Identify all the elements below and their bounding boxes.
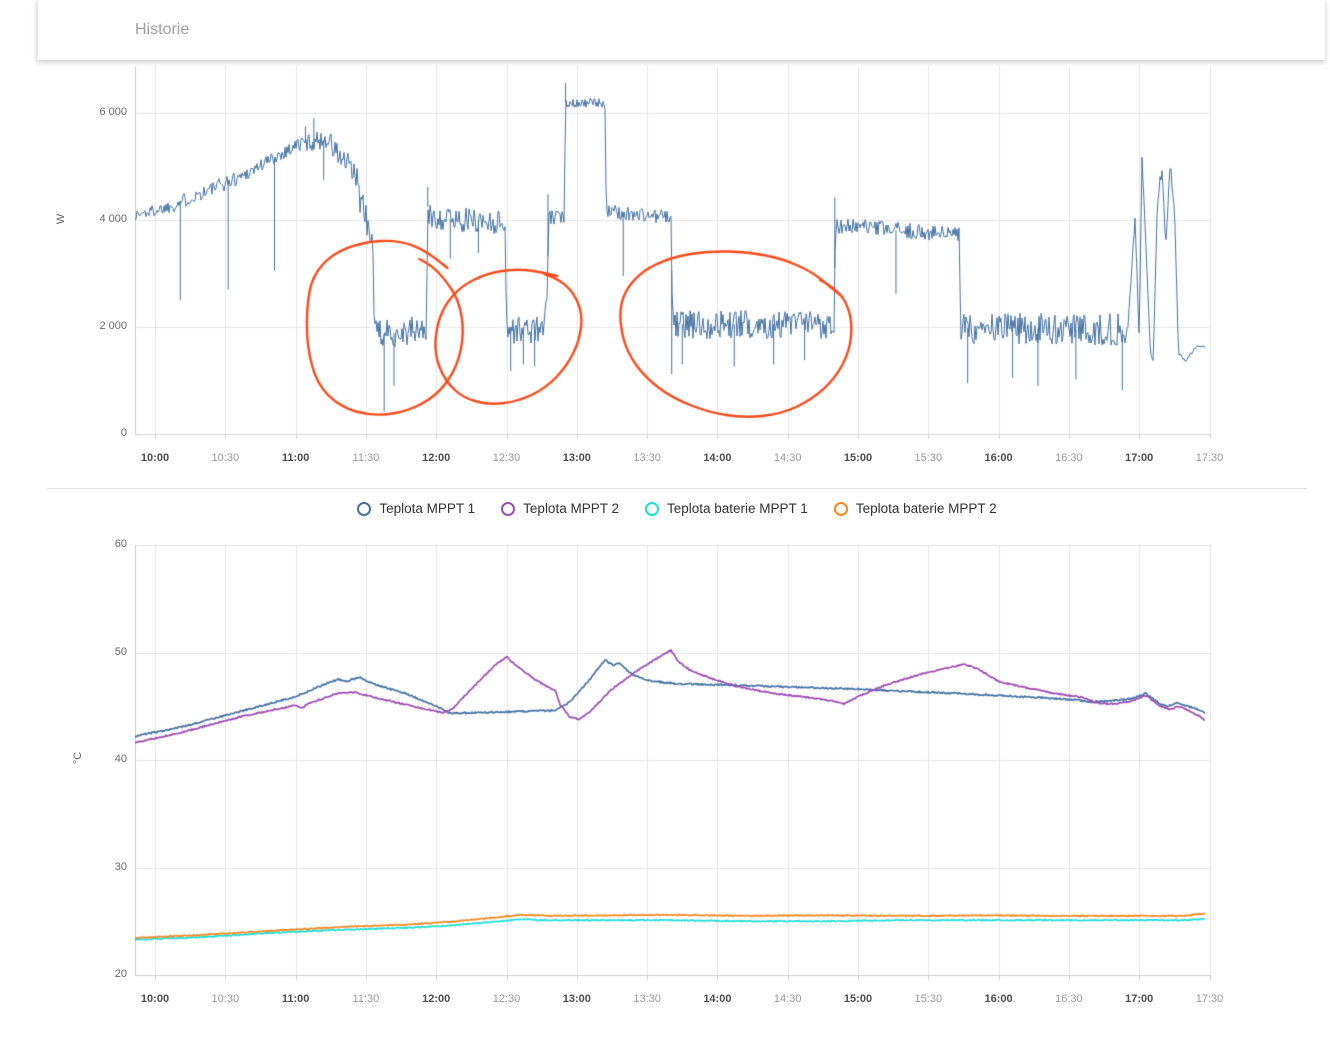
power-x-tick-label: 17:00	[1125, 452, 1154, 464]
temperature-x-tick-label: 17:00	[1125, 993, 1154, 1005]
legend-item-3[interactable]: Teplota baterie MPPT 1	[644, 501, 808, 516]
legend-item-2[interactable]: Teplota MPPT 2	[501, 501, 619, 516]
power-y-tick-label: 6 000	[99, 106, 127, 119]
power-x-tick-label: 15:30	[914, 452, 943, 464]
legend-item-label: Teplota MPPT 1	[379, 501, 476, 516]
power-x-tick-label: 16:00	[984, 452, 1013, 464]
temperature-x-tick-label: 16:30	[1055, 993, 1083, 1005]
legend-item-1[interactable]: Teplota MPPT 1	[357, 501, 475, 516]
temperature-y-tick-label: 20	[114, 968, 127, 980]
power-x-tick-label: 13:00	[562, 452, 591, 464]
temperature-x-tick-label: 16:00	[984, 993, 1013, 1005]
power-x-tick-label: 17:30	[1195, 452, 1224, 464]
legend-item-label: Teplota baterie MPPT 2	[855, 501, 997, 516]
power-y-tick-label: 2 000	[99, 320, 127, 332]
power-x-tick-label: 10:30	[211, 452, 240, 464]
power-x-tick-label: 10:00	[140, 452, 170, 464]
legend-marker-icon	[644, 501, 659, 516]
legend-item-label: Teplota MPPT 2	[523, 501, 619, 516]
temperature-chart-canvas[interactable]	[135, 545, 1211, 982]
power-x-tick-label: 14:30	[773, 452, 802, 464]
temperature-y-tick-label: 60	[114, 538, 127, 550]
temperature-y-tick-label: 30	[114, 860, 127, 873]
temperature-x-tick-label: 17:30	[1195, 993, 1224, 1005]
temperature-x-tick-label: 10:00	[140, 993, 170, 1005]
power-y-axis-title: W	[55, 213, 68, 225]
power-y-tick-label: 4 000	[99, 213, 127, 225]
temperature-x-tick-label: 13:30	[633, 993, 661, 1005]
temperature-y-tick-label: 40	[114, 753, 127, 765]
legend-marker-icon	[833, 501, 848, 516]
panel-header: Historie	[37, 0, 1325, 60]
temperature-x-tick-label: 15:00	[843, 993, 873, 1005]
legend-marker-icon	[357, 501, 372, 516]
chart-legend: Teplota MPPT 1 Teplota MPPT 2 Teplota bate…	[47, 501, 1307, 516]
temperature-x-tick-label: 13:00	[562, 993, 591, 1005]
power-x-tick-label: 14:00	[703, 452, 732, 464]
power-y-tick-label: 0	[120, 427, 127, 439]
power-x-tick-label: 11:00	[281, 452, 310, 464]
temperature-x-tick-label: 14:30	[773, 993, 802, 1005]
temperature-y-tick-label: 50	[114, 645, 127, 658]
temperature-x-tick-label: 11:30	[352, 993, 380, 1005]
power-chart-canvas[interactable]	[135, 66, 1211, 440]
power-x-tick-label: 13:30	[633, 452, 661, 464]
temperature-x-tick-label: 14:00	[703, 993, 732, 1005]
legend-marker-icon	[501, 501, 516, 516]
temperature-x-tick-label: 15:30	[914, 993, 943, 1005]
power-x-tick-label: 11:30	[352, 452, 380, 464]
power-x-tick-label: 12:30	[492, 452, 521, 464]
legend-item-4[interactable]: Teplota baterie MPPT 2	[833, 501, 997, 516]
power-x-tick-label: 12:00	[422, 452, 451, 464]
temperature-x-tick-label: 12:00	[422, 993, 451, 1005]
power-x-tick-label: 15:00	[843, 452, 873, 464]
page-title: Historie	[135, 21, 190, 38]
temperature-x-tick-label: 12:30	[492, 993, 521, 1005]
legend-item-label: Teplota baterie MPPT 1	[666, 501, 808, 516]
power-x-tick-label: 16:30	[1055, 452, 1083, 464]
temperature-x-tick-label: 10:30	[211, 993, 240, 1005]
charts-divider	[47, 488, 1307, 489]
temperature-x-tick-label: 11:00	[281, 993, 310, 1005]
